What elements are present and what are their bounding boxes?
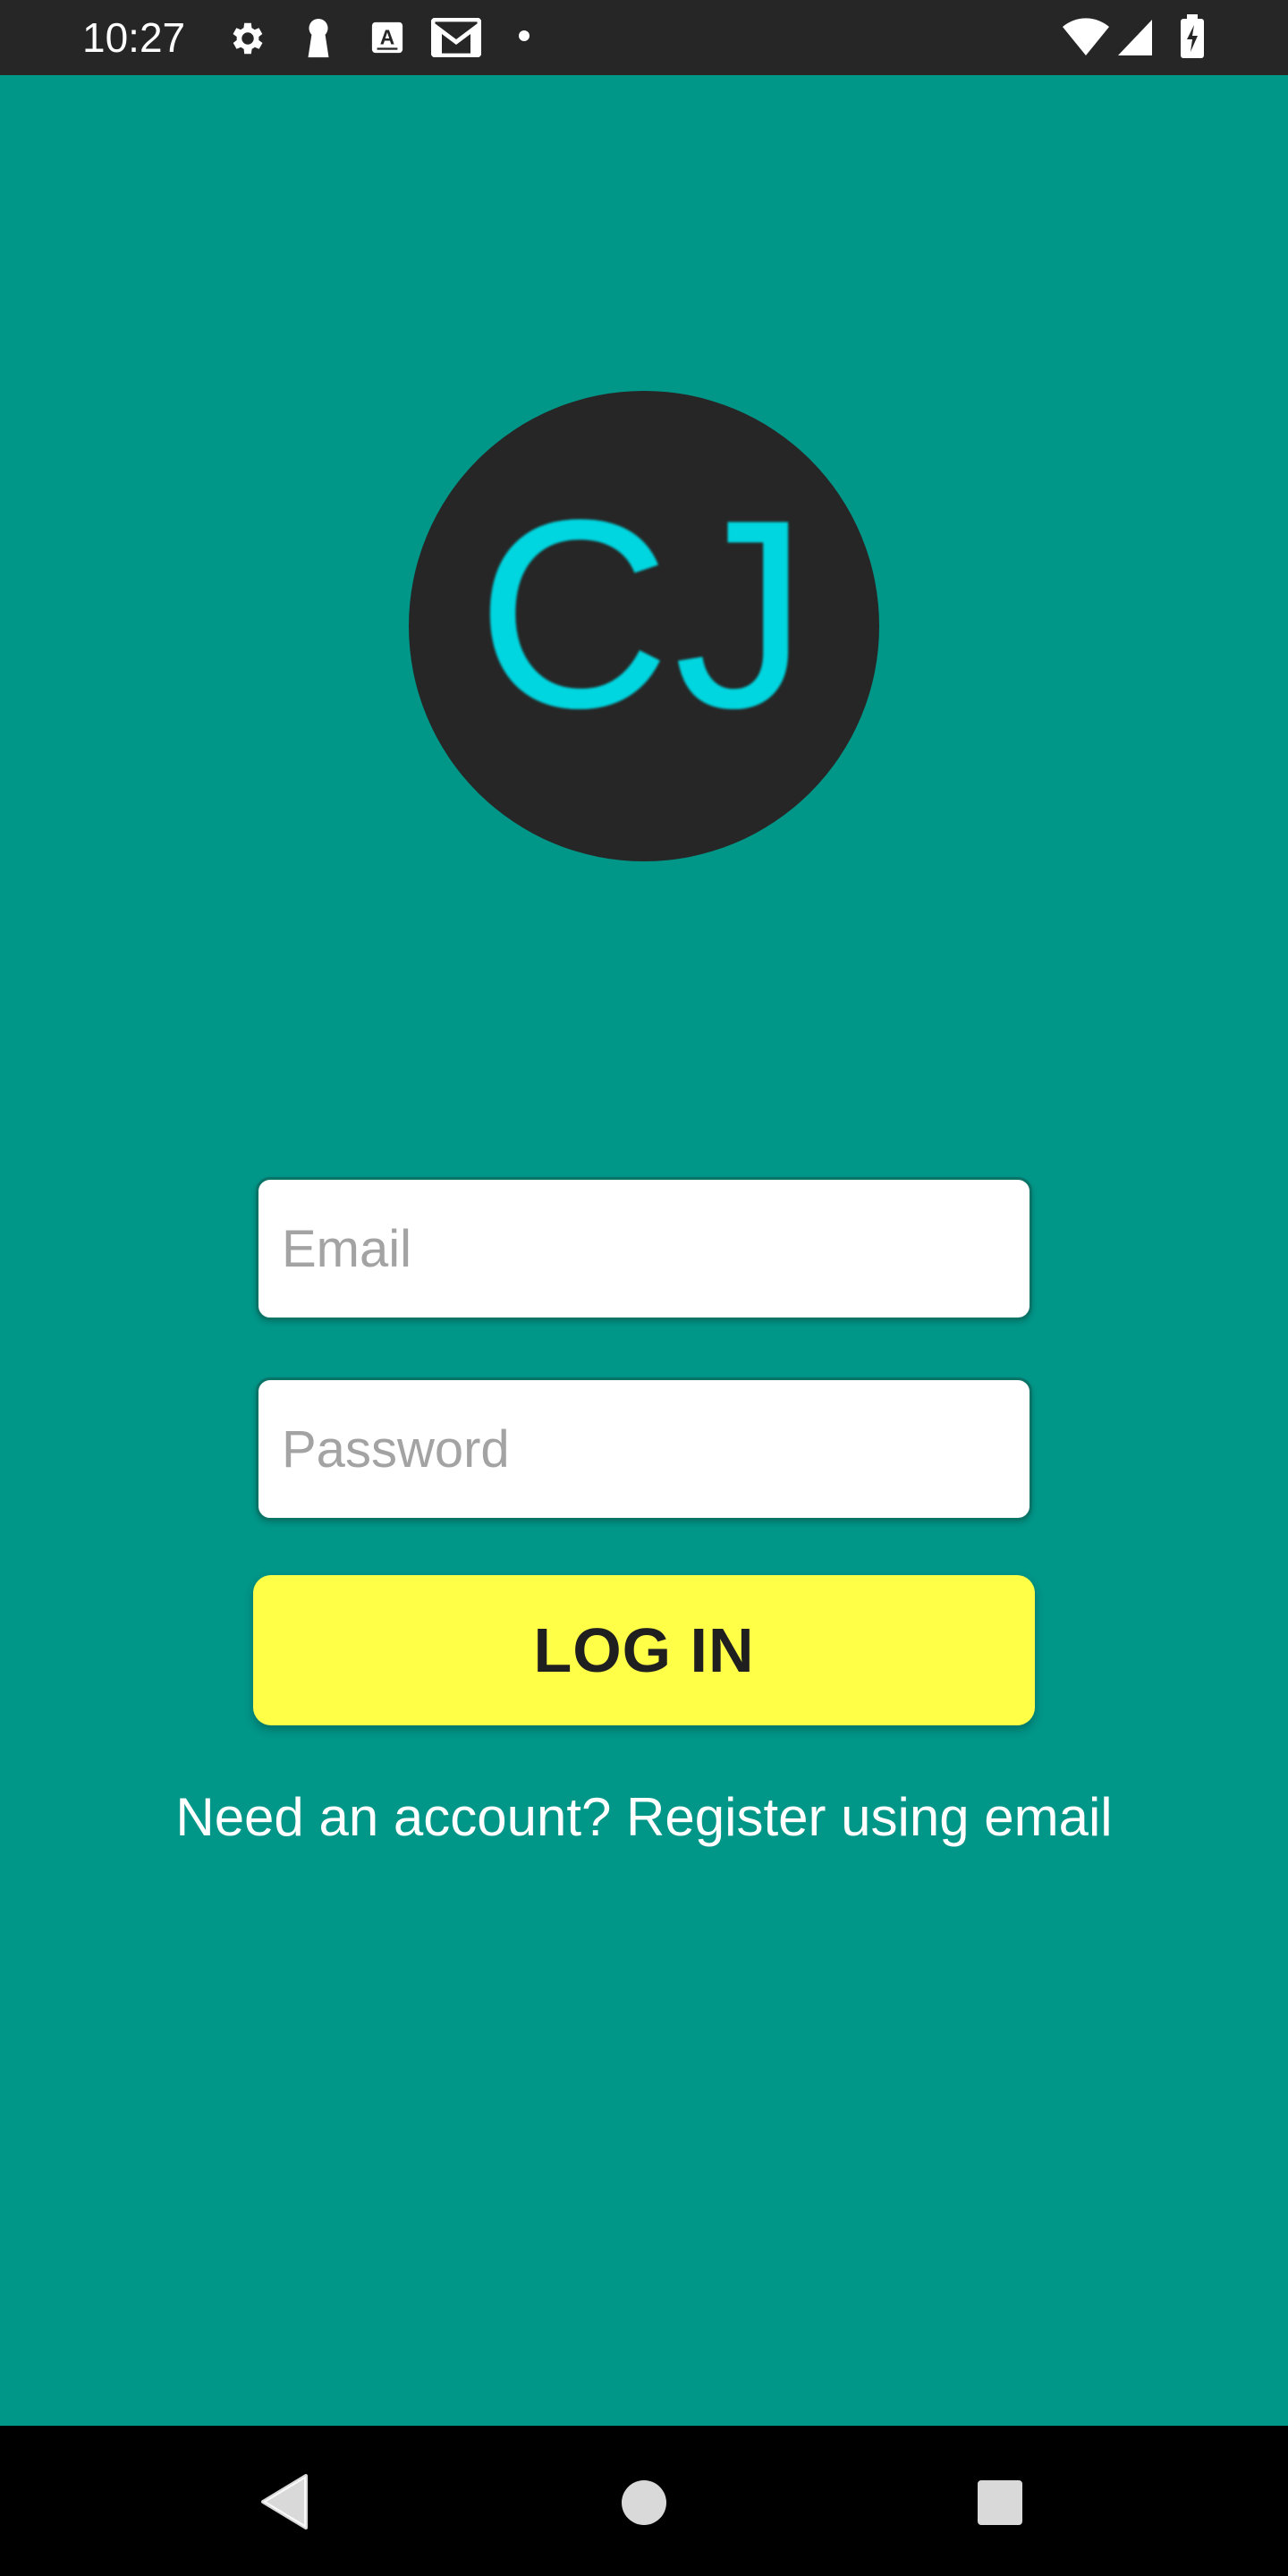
svg-text:A: A [380,26,394,49]
email-field-container [256,1177,1032,1320]
battery-charging-icon [1179,14,1206,58]
logo-initials: CJ [476,463,812,764]
dot-icon [517,29,531,68]
password-field-container [256,1377,1032,1521]
password-field[interactable] [258,1380,1030,1518]
home-icon[interactable] [621,2479,667,2526]
keyhole-icon [304,18,333,58]
email-field[interactable] [258,1180,1030,1318]
cell-signal-icon [1116,16,1154,55]
back-icon[interactable] [259,2474,309,2529]
recents-icon[interactable] [977,2479,1023,2526]
app-logo: CJ [409,391,879,861]
login-screen: 10:27 A CJ Email LOG IN Need an account?… [0,0,1288,2576]
navigation-bar [0,2426,1288,2576]
status-bar: 10:27 A [0,0,1288,75]
gmail-icon [431,18,481,57]
keyboard-a-icon: A [370,18,404,57]
register-link[interactable]: Need an account? Register using email [0,1782,1288,1853]
settings-icon [227,18,268,57]
login-button[interactable]: LOG IN [253,1575,1035,1725]
wifi-icon [1061,16,1111,55]
status-time: 10:27 [82,14,186,61]
